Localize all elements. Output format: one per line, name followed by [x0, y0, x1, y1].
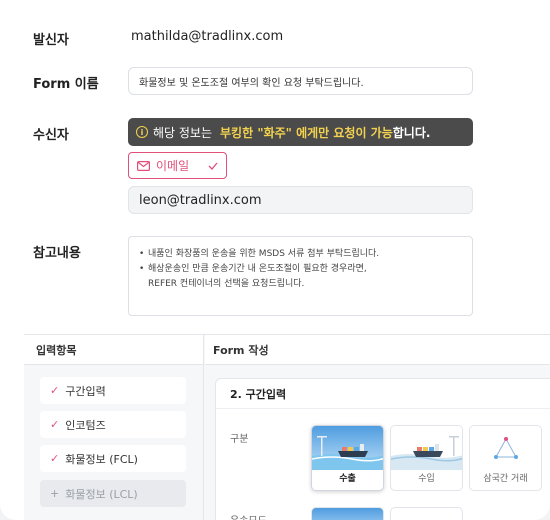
plus-icon: + [50, 487, 60, 500]
import-ship-icon [391, 426, 462, 470]
memo-line-1: 내품인 화장품의 운송을 위한 MSDS 서류 첨부 부탁드립니다. [139, 247, 462, 262]
form-write-panel: Form 작성 2. 구간입력 구분 수출 수입 삼국간 거래 [205, 335, 550, 520]
input-item-label: 구간입력 [65, 384, 106, 398]
recipient-notice: i 해당 정보는 부킹한 "화주" 에게만 요청이 가능 합니다. [128, 118, 473, 146]
recipient-type-label: 이메일 [156, 159, 190, 173]
option-import-label: 수입 [418, 474, 435, 484]
form-name-label: Form 이름 [33, 77, 99, 92]
info-icon: i [136, 126, 148, 138]
option-import[interactable]: 수입 [390, 425, 463, 491]
input-item-label: 인코텀즈 [65, 418, 106, 432]
recipient-email-input[interactable]: leon@tradlinx.com [128, 186, 473, 214]
memo-line-3: REFER 컨테이너의 선택을 요청드립니다. [148, 279, 305, 289]
sender-label: 발신자 [33, 33, 69, 48]
option-export-label: 수출 [339, 474, 356, 484]
route-section-title: 2. 구간입력 [216, 379, 550, 409]
transport-mode-label: 운송모드 [230, 512, 267, 520]
notice-suffix: 합니다. [392, 125, 431, 140]
input-item-label: 화물정보 (FCL) [65, 452, 138, 466]
recipient-type-select[interactable]: 이메일 [128, 152, 227, 179]
memo-textarea[interactable]: 내품인 화장품의 운송을 위한 MSDS 서류 첨부 부탁드립니다. 해상운송인… [128, 236, 473, 316]
input-item-label: 화물정보 (LCL) [65, 487, 138, 501]
input-item-incoterms[interactable]: ✓ 인코텀즈 [40, 411, 186, 438]
form-write-header: Form 작성 [205, 335, 550, 365]
request-form-card: 발신자 mathilda@tradlinx.com Form 이름 화물정보 및… [0, 0, 550, 520]
input-item-cargo-lcl[interactable]: + 화물정보 (LCL) [40, 480, 186, 507]
check-icon: ✓ [50, 418, 60, 431]
form-builder: 입력항목 ✓ 구간입력 ✓ 인코텀즈 ✓ 화물정보 (FCL) + 화물정보 (… [24, 334, 550, 520]
option-triangle-trade[interactable]: 삼국간 거래 [469, 425, 542, 491]
check-icon: ✓ [50, 384, 60, 397]
input-item-route[interactable]: ✓ 구간입력 [40, 377, 186, 404]
triangle-trade-icon [494, 437, 518, 459]
notice-prefix: 해당 정보는 [153, 125, 213, 140]
option-export[interactable]: 수출 [311, 425, 384, 491]
check-icon [208, 162, 218, 170]
input-item-cargo-fcl[interactable]: ✓ 화물정보 (FCL) [40, 445, 186, 472]
check-icon: ✓ [50, 452, 60, 465]
notice-highlight: 부킹한 "화주" 에게만 요청이 가능 [220, 125, 393, 140]
option-triangle-trade-label: 삼국간 거래 [483, 474, 528, 484]
mail-icon [137, 160, 150, 171]
division-label: 구분 [230, 434, 249, 445]
sender-email: mathilda@tradlinx.com [131, 29, 284, 44]
memo-label: 참고내용 [33, 246, 81, 261]
form-name-input[interactable]: 화물정보 및 온도조절 여부의 확인 요청 부탁드립니다. [128, 67, 473, 95]
transport-option-sea[interactable] [311, 507, 384, 520]
input-items-header: 입력항목 [24, 335, 203, 365]
route-section: 2. 구간입력 구분 수출 수입 삼국간 거래 [215, 378, 550, 520]
recipient-email-value: leon@tradlinx.com [139, 192, 262, 208]
input-items-panel: 입력항목 ✓ 구간입력 ✓ 인코텀즈 ✓ 화물정보 (FCL) + 화물정보 (… [24, 335, 204, 520]
recipient-label: 수신자 [33, 128, 69, 143]
export-ship-icon [312, 426, 383, 470]
transport-option-air[interactable] [390, 507, 463, 520]
memo-line-2: 해상운송인 만큼 운송기간 내 온도조절이 필요한 경우라면, [139, 262, 462, 277]
form-name-value: 화물정보 및 온도조절 여부의 확인 요청 부탁드립니다. [139, 77, 364, 89]
